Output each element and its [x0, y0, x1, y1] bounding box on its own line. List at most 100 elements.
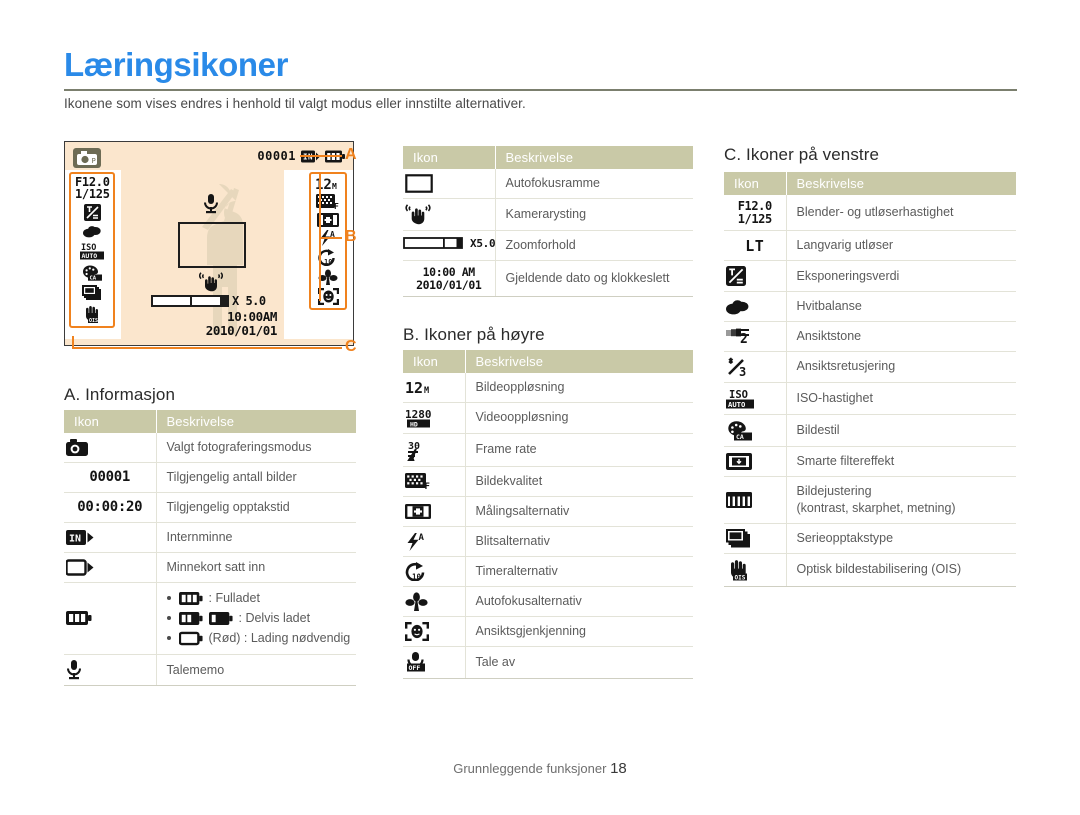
- row-icon-cell: [403, 169, 496, 199]
- lcd-mode-icon: P: [73, 148, 101, 168]
- voice-memo-icon: [203, 194, 219, 214]
- battery-empty-label: (Rød) : Lading nødvendig: [208, 630, 351, 645]
- zoom-bar: [151, 295, 229, 307]
- svg-text:F: F: [334, 202, 339, 210]
- svg-text:IN: IN: [303, 152, 313, 161]
- table-row: Minnekort satt inn: [64, 552, 356, 583]
- face-detection-icon: [317, 288, 339, 305]
- row-desc-cell: Blender- og utløserhastighet: [786, 195, 1016, 232]
- exposure-value-icon: [726, 266, 746, 287]
- row-desc-cell: Tale av: [465, 646, 693, 679]
- row-desc-cell: Ansiktsgjenkjenning: [465, 616, 693, 647]
- svg-text:AUTO: AUTO: [728, 400, 745, 409]
- row-icon-cell: 00001: [64, 462, 157, 493]
- lcd-shutter-value: 1/125: [75, 187, 110, 202]
- callout-label-a: A: [345, 146, 357, 163]
- battery-state-list: : Fulladet : Delvis ladet (Rød) : Lading…: [166, 589, 357, 649]
- video-resolution-1280hd-icon: 1280HD: [405, 408, 432, 428]
- row-icon-cell: [403, 586, 466, 617]
- table-row: 2 Ansiktstone: [724, 321, 1016, 352]
- svg-text:3: 3: [739, 365, 746, 377]
- burst-type-icon: [726, 528, 750, 548]
- col-header-beskrivelse: Beskrivelse: [495, 146, 693, 169]
- row-icon-cell: 30: [403, 433, 466, 467]
- row-icon-cell: 00:00:20: [64, 492, 157, 523]
- svg-text:M: M: [424, 386, 429, 395]
- row-icon-cell: 10: [403, 556, 466, 587]
- burst-type-icon: [82, 285, 102, 301]
- table-row: Autofokusramme: [403, 169, 693, 199]
- table-row: IN Internminne: [64, 522, 356, 553]
- table-row: Talememo: [64, 654, 356, 687]
- row-icon-cell: 2: [724, 321, 787, 352]
- list-item: (Rød) : Lading nødvendig: [166, 628, 357, 648]
- row-desc-cell: Bildejustering (kontrast, skarphet, metn…: [786, 476, 1016, 524]
- table-row: Eksponeringsverdi: [724, 260, 1016, 293]
- page-footer: Grunnleggende funksjoner 18: [0, 760, 1080, 777]
- row-desc-cell: Timeralternativ: [465, 556, 693, 587]
- table-row-battery: : Fulladet : Delvis ladet (Rød) : Lading…: [64, 582, 357, 656]
- row-icon-cell: X5.0: [403, 230, 496, 261]
- svg-text:F: F: [425, 482, 430, 490]
- exposure-value-icon: [83, 204, 101, 222]
- svg-text:OIS: OIS: [735, 574, 746, 581]
- zoom-ratio-label: X 5.0: [232, 294, 266, 308]
- recording-time-icon: 00:00:20: [77, 499, 143, 516]
- bullet-dot: [166, 636, 171, 641]
- photo-style-icon: CA: [728, 421, 752, 441]
- table-row: Kamerarysting: [403, 198, 693, 231]
- table-row: F12.0 1/125 Blender- og utløserhastighet: [724, 195, 1016, 232]
- row-desc-cell: Langvarig utløser: [786, 230, 1016, 262]
- table-header-row: Ikon Beskrivelse: [724, 172, 1016, 195]
- svg-text:CA: CA: [736, 433, 744, 441]
- callout-leader-a: [300, 155, 342, 157]
- row-icon-cell: [724, 523, 787, 554]
- row-desc-cell: Bildestil: [786, 414, 1016, 447]
- iso-auto-icon: ISOAUTO: [726, 389, 754, 409]
- frame-rate-30-icon: 30: [407, 441, 420, 461]
- table-row: F Bildekvalitet: [403, 466, 693, 497]
- row-icon-cell: IN: [64, 522, 157, 553]
- row-icon-cell: [403, 198, 496, 231]
- smart-filter-icon: [726, 452, 752, 470]
- svg-text:P: P: [92, 157, 96, 165]
- intro-paragraph: Ikonene som vises endres i henhold til v…: [64, 96, 526, 111]
- camera-program-mode-icon: P: [66, 439, 88, 457]
- svg-text:1280: 1280: [405, 408, 432, 421]
- col-header-ikon: Ikon: [403, 350, 466, 373]
- resolution-12m-icon: 12 M: [405, 379, 429, 395]
- table-row: Autofokusalternativ: [403, 586, 693, 617]
- col-header-ikon: Ikon: [724, 172, 787, 195]
- lcd-shots-remaining: 00001: [257, 149, 296, 163]
- row-desc-cell: Tilgjengelig antall bilder: [156, 462, 356, 493]
- table-row: Bildejustering (kontrast, skarphet, metn…: [724, 476, 1016, 524]
- face-retouch-icon: 3: [728, 357, 746, 377]
- zoom-ratio-icon: [403, 237, 463, 250]
- timer-10s-icon: 10: [405, 561, 425, 581]
- svg-text:10: 10: [324, 258, 332, 266]
- ois-icon: OIS: [731, 559, 747, 581]
- row-icon-cell: F: [403, 466, 466, 497]
- row-icon-cell: [724, 446, 787, 477]
- camera-program-mode-icon: P: [77, 151, 97, 165]
- table-row: Målingsalternativ: [403, 496, 693, 527]
- col-header-ikon: Ikon: [64, 410, 157, 433]
- ois-icon: OIS: [82, 305, 102, 324]
- shots-remaining-icon: 00001: [89, 469, 131, 486]
- battery-empty-icon: [178, 631, 203, 645]
- table-row: A Blitsalternativ: [403, 526, 693, 557]
- row-desc-cell: Smarte filtereffekt: [786, 446, 1016, 477]
- row-desc-cell: Ansiktsretusjering: [786, 351, 1016, 383]
- callout-leader-b-vertical: [319, 173, 321, 301]
- bullet-dot: [166, 596, 171, 601]
- footer-page-number: 18: [610, 760, 627, 777]
- table-row: Serieopptakstype: [724, 523, 1016, 554]
- camera-shake-icon: [199, 272, 223, 292]
- face-tone-icon: 2: [726, 328, 749, 345]
- page-title: Læringsikoner: [64, 46, 289, 83]
- row-desc-cell: Gjeldende dato og klokkeslett: [495, 260, 693, 298]
- memory-card-icon: [66, 558, 94, 576]
- table-row: 10:00 AM 2010/01/01 Gjeldende dato og kl…: [403, 260, 693, 298]
- aperture-shutter-icon: F12.0 1/125: [737, 199, 773, 226]
- svg-text:12: 12: [315, 177, 332, 191]
